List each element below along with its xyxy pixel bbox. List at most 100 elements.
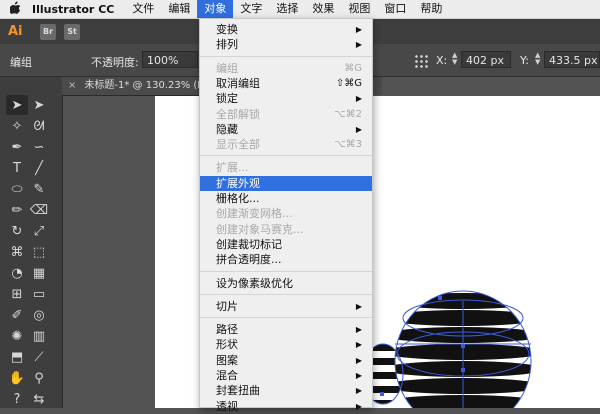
selection-tool-icon[interactable]: ➤: [6, 95, 28, 115]
menu-help[interactable]: 帮助: [413, 0, 449, 18]
menu-object[interactable]: 对象: [197, 0, 234, 18]
submenu-arrow-icon: ▶: [355, 355, 362, 365]
type-tool-icon[interactable]: T: [6, 158, 28, 178]
menu-item[interactable]: 形状 ▶: [200, 337, 372, 352]
submenu-arrow-icon: ▶: [355, 301, 362, 311]
menu-item[interactable]: 锁定 ▶: [200, 91, 372, 106]
system-menu-bar: Illustrator CC 文件 编辑 对象 文字 选择 效果 视图 窗口 帮…: [0, 0, 600, 19]
menu-item-label: 扩展外观: [216, 176, 260, 190]
menu-item[interactable]: 切片 ▶: [200, 299, 372, 314]
menu-effect[interactable]: 效果: [305, 0, 341, 18]
x-label: X:: [436, 54, 448, 67]
menu-item-shortcut: ⌥⌘2: [334, 108, 362, 120]
perspective-grid-tool-icon[interactable]: ▦: [28, 263, 50, 283]
x-field[interactable]: 402 px: [461, 51, 511, 68]
menu-view[interactable]: 视图: [341, 0, 377, 18]
menu-item[interactable]: 创建渐变网格...: [200, 206, 372, 221]
menu-separator: [200, 270, 372, 272]
menu-item[interactable]: 显示全部 ⌥⌘3: [200, 137, 372, 152]
magic-wand-tool-icon[interactable]: ✧: [6, 116, 28, 136]
menu-item[interactable]: 拼合透明度...: [200, 252, 372, 267]
menu-item[interactable]: 透视 ▶: [200, 399, 372, 414]
object-menu-dropdown: 变换 ▶ 排列 ▶ 编组 ⌘G 取消编组 ⇧⌘G 锁定 ▶ 全部解锁 ⌥⌘2 隐藏 ▶ 显示全部 ⌥⌘3 扩展.…: [199, 18, 373, 413]
width-tool-icon[interactable]: ⌘: [6, 242, 28, 262]
menu-item-label: 混合: [216, 369, 238, 382]
menu-item[interactable]: 编组 ⌘G: [200, 61, 372, 76]
menu-item[interactable]: 创建裁切标记: [200, 237, 372, 252]
menu-item[interactable]: 扩展外观: [200, 175, 372, 191]
column-graph-tool-icon[interactable]: ▥: [28, 326, 50, 346]
free-transform-tool-icon[interactable]: ⬚: [28, 242, 50, 262]
submenu-arrow-icon: ▶: [355, 401, 362, 411]
gradient-tool-icon[interactable]: ▭: [28, 284, 50, 304]
apple-menu-icon[interactable]: [0, 1, 30, 17]
menu-item-label: 图案: [216, 353, 238, 367]
menu-item[interactable]: 混合 ▶: [200, 368, 372, 383]
submenu-arrow-icon: ▶: [355, 325, 362, 335]
app-name[interactable]: Illustrator CC: [30, 3, 125, 16]
menu-type[interactable]: 文字: [233, 0, 269, 18]
stock-button[interactable]: St: [64, 23, 80, 40]
y-stepper-icon[interactable]: ▲ ▼: [535, 52, 541, 66]
menu-item-label: 创建渐变网格...: [216, 207, 293, 221]
eyedropper-tool-icon[interactable]: ✐: [6, 305, 28, 325]
eraser-tool-icon[interactable]: ⌫: [28, 200, 50, 220]
submenu-arrow-icon: ▶: [355, 386, 362, 396]
menu-item[interactable]: 路径 ▶: [200, 322, 372, 337]
ellipse-tool-icon[interactable]: ⬭: [6, 179, 28, 199]
symbol-sprayer-tool-icon[interactable]: ✺: [6, 326, 28, 346]
menu-item[interactable]: 栅格化...: [200, 191, 372, 206]
y-field[interactable]: 433.5 px: [544, 51, 600, 68]
reference-point-icon[interactable]: [414, 54, 428, 68]
submenu-arrow-icon: ▶: [355, 25, 362, 34]
menu-item-label: 栅格化...: [216, 192, 260, 205]
menu-item-label: 形状: [216, 338, 238, 352]
illustrator-logo: Ai: [8, 24, 23, 39]
swap-icon[interactable]: ⇆: [28, 389, 50, 409]
menu-edit[interactable]: 编辑: [161, 0, 197, 18]
line-tool-icon[interactable]: ╱: [28, 158, 50, 178]
mesh-tool-icon[interactable]: ⊞: [6, 284, 28, 304]
menu-item-label: 隐藏: [216, 122, 238, 136]
opacity-field[interactable]: 100%: [142, 51, 198, 68]
menu-item-label: 封套扭曲: [216, 384, 260, 398]
lasso-tool-icon[interactable]: ᘛ: [28, 116, 50, 136]
menu-item[interactable]: 扩展...: [200, 160, 372, 175]
menu-item[interactable]: 取消编组 ⇧⌘G: [200, 76, 372, 91]
pencil-tool-icon[interactable]: ✏: [6, 200, 28, 220]
fill-stroke-icon[interactable]: ?: [6, 389, 28, 409]
blend-tool-icon[interactable]: ◎: [28, 305, 50, 325]
direct-selection-tool-icon[interactable]: ➤: [28, 95, 50, 115]
menu-separator: [200, 293, 372, 295]
tab-close-icon[interactable]: ×: [68, 80, 76, 91]
menu-item-shortcut: ⌥⌘3: [334, 139, 362, 151]
menu-select[interactable]: 选择: [269, 0, 305, 18]
menu-item[interactable]: 封套扭曲 ▶: [200, 383, 372, 398]
menu-item[interactable]: 隐藏 ▶: [200, 122, 372, 137]
menu-separator: [200, 155, 372, 157]
pen-tool-icon[interactable]: ✒: [6, 137, 28, 157]
hand-tool-icon[interactable]: ✋: [6, 368, 28, 388]
curvature-tool-icon[interactable]: ∽: [28, 137, 50, 157]
bridge-button[interactable]: Br: [40, 23, 56, 40]
menu-item[interactable]: 创建对象马赛克...: [200, 222, 372, 237]
slice-tool-icon[interactable]: ⟋: [28, 347, 50, 367]
opacity-label[interactable]: 不透明度:: [91, 54, 139, 70]
menu-item[interactable]: 设为像素级优化: [200, 276, 372, 291]
zoom-tool-icon[interactable]: ⚲: [28, 368, 50, 388]
shape-builder-tool-icon[interactable]: ◔: [6, 263, 28, 283]
x-stepper-icon[interactable]: ▲ ▼: [452, 52, 458, 66]
menu-item[interactable]: 排列 ▶: [200, 37, 372, 52]
menu-item[interactable]: 变换 ▶: [200, 22, 372, 37]
menu-item[interactable]: 全部解锁 ⌥⌘2: [200, 107, 372, 122]
menu-item-label: 设为像素级优化: [216, 276, 293, 290]
artboard-tool-icon[interactable]: ⬒: [6, 347, 28, 367]
menu-file[interactable]: 文件: [125, 0, 161, 18]
rotate-tool-icon[interactable]: ↻: [6, 221, 28, 241]
menu-window[interactable]: 窗口: [377, 0, 413, 18]
paintbrush-tool-icon[interactable]: ✎: [28, 179, 50, 199]
scale-tool-icon[interactable]: ⤢: [28, 221, 50, 241]
submenu-arrow-icon: ▶: [355, 340, 362, 350]
menu-item[interactable]: 图案 ▶: [200, 353, 372, 368]
submenu-arrow-icon: ▶: [355, 40, 362, 50]
